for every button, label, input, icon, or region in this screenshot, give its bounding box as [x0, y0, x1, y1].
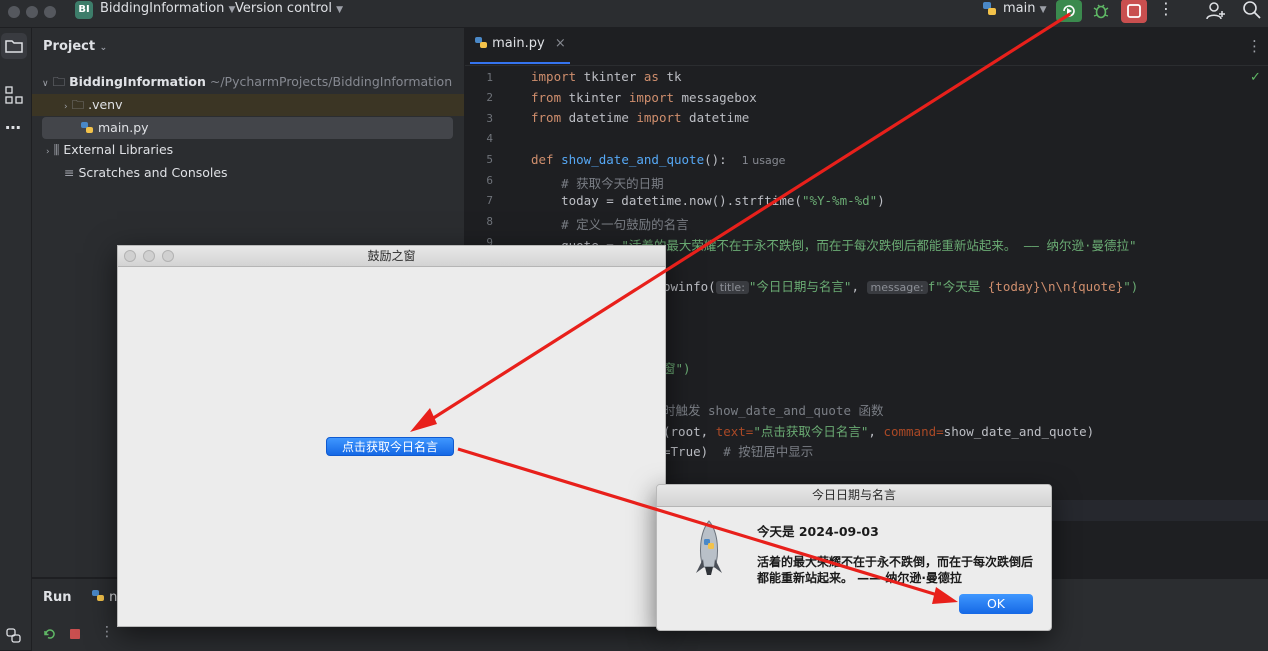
- code-line-6[interactable]: # 获取今天的日期: [531, 173, 664, 192]
- debug-button[interactable]: [1090, 0, 1112, 22]
- stop-icon: [1127, 4, 1141, 18]
- chevron-right-icon: ›: [46, 147, 50, 157]
- tree-row-scratches[interactable]: ≡ Scratches and Consoles: [64, 162, 228, 184]
- code-line-8[interactable]: # 定义一句鼓励的名言: [531, 214, 689, 233]
- python-console-icon[interactable]: [5, 627, 23, 645]
- tree-row-main-py[interactable]: main.py: [42, 117, 453, 139]
- run-more-icon[interactable]: ⋮: [100, 624, 114, 640]
- folder-icon: 🗀: [52, 74, 66, 89]
- tk-window: 鼓励之窗 点击获取今日名言: [117, 245, 666, 627]
- line-number: 2: [486, 91, 493, 104]
- usage-hint[interactable]: 1 usage: [742, 154, 786, 167]
- messagebox-heading: 今天是 2024-09-03: [757, 524, 879, 539]
- line-number: 6: [486, 174, 493, 187]
- chevron-down-icon: ▼: [336, 5, 344, 15]
- ok-button[interactable]: OK: [959, 594, 1033, 614]
- project-view-selector[interactable]: Project ⌄: [43, 39, 107, 54]
- project-badge[interactable]: BI: [75, 1, 93, 19]
- folder-icon: 🗀: [71, 97, 85, 112]
- code-line-3[interactable]: from datetime import datetime: [531, 110, 749, 125]
- tk-window-titlebar[interactable]: 鼓励之窗: [118, 246, 665, 267]
- python-file-icon: [475, 37, 487, 48]
- project-switcher[interactable]: BiddingInformation ▼: [100, 1, 235, 16]
- tree-row-external-libraries[interactable]: › ⫼ External Libraries: [46, 139, 173, 161]
- messagebox-body: 活着的最大荣耀不在于永不跌倒，而在于每次跌倒后都能重新站起来。 —— 纳尔逊·曼…: [757, 555, 1034, 585]
- minimize-window-button[interactable]: [26, 6, 38, 18]
- rerun-icon: [1063, 5, 1075, 17]
- editor-tab-bar: [465, 28, 1268, 66]
- python-file-icon: [81, 122, 93, 133]
- param-hint-title: title:: [715, 281, 749, 294]
- root-folder-name: BiddingInformation: [69, 74, 206, 89]
- version-control-label: Version control: [235, 1, 332, 16]
- more-actions-icon[interactable]: ⋮: [1158, 0, 1174, 18]
- python-file-icon: [92, 590, 104, 601]
- tree-root-row[interactable]: ∨ 🗀 BiddingInformation ~/PycharmProjects…: [42, 71, 452, 93]
- line-number: 1: [486, 71, 493, 84]
- main-file-name: main.py: [97, 120, 149, 135]
- active-tab-indicator: [470, 62, 570, 64]
- root-folder-path: ~/PycharmProjects/BiddingInformation: [209, 74, 453, 89]
- folder-icon: [5, 40, 23, 53]
- close-tab-icon[interactable]: ×: [555, 36, 566, 51]
- bug-icon: [1093, 4, 1109, 19]
- stop-button[interactable]: [1121, 0, 1147, 23]
- python-branch-icon: [983, 2, 996, 15]
- messagebox-title: 今日日期与名言: [811, 488, 896, 502]
- editor-more-icon[interactable]: ⋮: [1247, 37, 1262, 55]
- line-number: 5: [486, 153, 493, 166]
- project-header: Project: [43, 39, 96, 54]
- line-number: 7: [486, 194, 493, 207]
- zoom-window-button[interactable]: [44, 6, 56, 18]
- inspection-ok-icon[interactable]: ✓: [1250, 70, 1261, 85]
- code-line-17[interactable]: =True) # 按钮居中显示: [663, 441, 813, 460]
- code-line-16[interactable]: (root, text="点击获取今日名言", command=show_dat…: [663, 421, 1094, 440]
- version-control-menu[interactable]: Version control ▼: [235, 1, 343, 16]
- rerun-icon[interactable]: [42, 626, 58, 642]
- code-line-5[interactable]: def show_date_and_quote(): 1 usage: [531, 152, 785, 167]
- chevron-down-icon: ▼: [1039, 5, 1047, 15]
- project-tool-button[interactable]: [1, 33, 27, 59]
- branch-name: main: [1003, 1, 1036, 16]
- tk-window-title: 鼓励之窗: [367, 249, 416, 263]
- line-number: 3: [486, 112, 493, 125]
- library-icon: ⫼: [53, 142, 60, 157]
- chevron-right-icon: ›: [64, 102, 68, 112]
- code-line-10[interactable]: owinfo(title: "今日日期与名言", message: f"今天是 {t…: [663, 276, 1138, 295]
- tab-label: main.py: [492, 36, 545, 51]
- add-user-icon[interactable]: [1205, 0, 1227, 22]
- get-quote-button[interactable]: 点击获取今日名言: [326, 437, 454, 456]
- stop-icon[interactable]: [67, 626, 83, 642]
- code-line-1[interactable]: import tkinter as tk: [531, 69, 682, 84]
- branch-selector[interactable]: main ▼: [1003, 1, 1047, 16]
- messagebox-dialog: 今日日期与名言 今天是 2024-09-03 活着的最大荣耀不在于永不跌倒，而在…: [656, 484, 1052, 631]
- code-line-15[interactable]: 时触发 show_date_and_quote 函数: [663, 400, 884, 419]
- code-line-2[interactable]: from tkinter import messagebox: [531, 90, 757, 105]
- line-number: 4: [486, 132, 493, 145]
- more-tools-icon[interactable]: ⋯: [5, 118, 21, 137]
- scratches-label: Scratches and Consoles: [78, 165, 228, 180]
- line-number: 8: [486, 215, 493, 228]
- run-tab[interactable]: n: [91, 589, 117, 605]
- chevron-down-icon: ⌄: [99, 43, 108, 53]
- code-line-7[interactable]: today = datetime.now().strftime("%Y-%m-%…: [531, 193, 885, 208]
- tree-row-venv[interactable]: › 🗀 .venv: [32, 94, 464, 116]
- search-icon[interactable]: [1241, 0, 1263, 22]
- scratches-icon: ≡: [64, 165, 75, 180]
- venv-folder-name: .venv: [88, 97, 123, 112]
- param-hint-message: message:: [866, 281, 928, 294]
- close-window-button[interactable]: [8, 6, 20, 18]
- code-line-13[interactable]: 窗"): [663, 358, 691, 377]
- rerun-button[interactable]: [1056, 0, 1082, 22]
- project-name: BiddingInformation: [100, 1, 225, 16]
- messagebox-titlebar[interactable]: 今日日期与名言: [657, 485, 1051, 507]
- external-libraries-label: External Libraries: [63, 142, 174, 157]
- structure-icon[interactable]: [4, 85, 24, 105]
- chevron-down-icon: ∨: [42, 79, 49, 89]
- run-panel-title[interactable]: Run: [43, 590, 72, 605]
- python-launcher-rocket-icon: [696, 520, 722, 575]
- editor-tab-main-py[interactable]: main.py ×: [474, 36, 566, 51]
